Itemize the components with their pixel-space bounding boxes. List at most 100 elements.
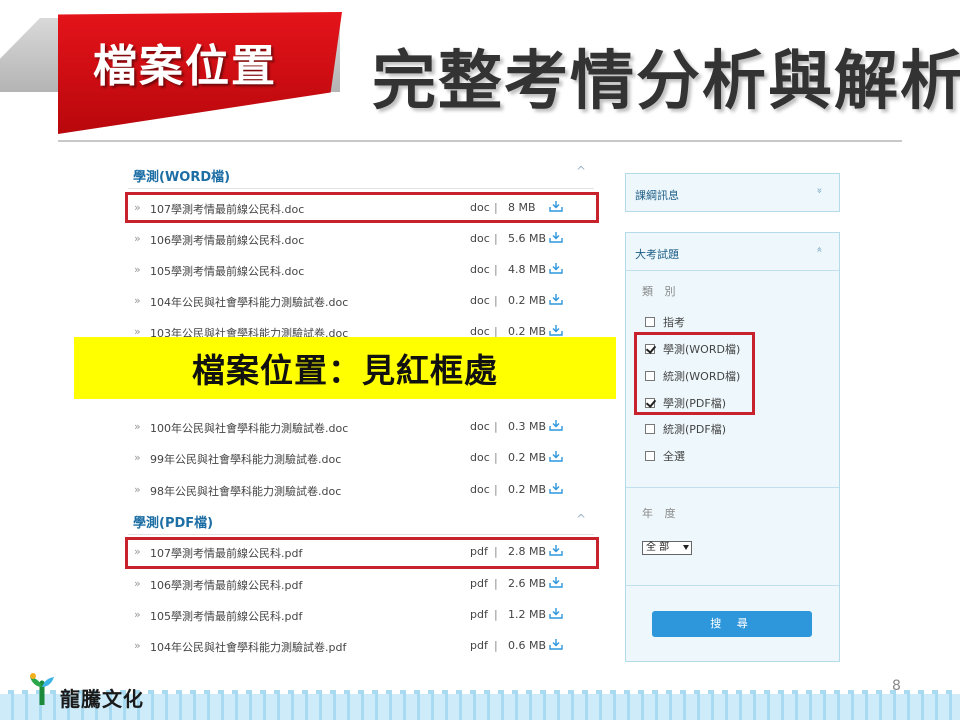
separator: |: [494, 608, 498, 621]
checkbox-select-all[interactable]: 全選: [645, 448, 685, 464]
download-icon[interactable]: [549, 451, 563, 462]
file-size: 0.2 MB: [508, 294, 547, 307]
separator: |: [494, 483, 498, 496]
download-icon[interactable]: [549, 263, 563, 274]
footer-band: [0, 690, 960, 720]
checkbox-icon[interactable]: [645, 317, 655, 327]
year-select-value: 全 部: [646, 542, 670, 553]
file-name-link[interactable]: 99年公民與社會學科能力測驗試卷.doc: [150, 451, 341, 467]
file-row[interactable]: » 100年公民與社會學科能力測驗試卷.doc doc | 0.3 MB: [128, 412, 594, 442]
file-row[interactable]: » 104年公民與社會學科能力測驗試卷.pdf pdf | 0.6 MB: [128, 631, 594, 661]
file-row[interactable]: » 98年公民與社會學科能力測驗試卷.doc doc | 0.2 MB: [128, 475, 594, 505]
category-label: 類 別: [642, 285, 680, 298]
file-size: 0.2 MB: [508, 451, 547, 464]
exam-panel: 大考試題 « 類 別 指考 學測(WORD檔) 統測(WORD檔) 學測(PDF…: [625, 232, 840, 662]
file-name-link[interactable]: 106學測考情最前線公民科.pdf: [150, 577, 302, 593]
file-size: 2.6 MB: [508, 577, 547, 590]
separator: |: [494, 232, 498, 245]
panel-divider: [626, 270, 839, 271]
file-row[interactable]: » 104年公民與社會學科能力測驗試卷.doc doc | 0.2 MB: [128, 286, 594, 316]
bullet-icon: »: [134, 294, 141, 307]
checkbox-label: 統測(PDF檔): [663, 423, 727, 436]
bullet-icon: »: [134, 420, 141, 433]
page-number: 8: [892, 678, 901, 694]
separator: |: [494, 294, 498, 307]
download-icon[interactable]: [549, 483, 563, 494]
file-type: pdf: [470, 608, 488, 621]
checkbox-label: 全選: [663, 450, 685, 463]
checkbox-tongce-pdf[interactable]: 統測(PDF檔): [645, 421, 726, 437]
file-row[interactable]: » 105學測考情最前線公民科.pdf pdf | 1.2 MB: [128, 600, 594, 630]
year-select[interactable]: 全 部: [642, 541, 692, 555]
highlight-box-pdf: [125, 537, 599, 569]
panel-title-exams: 大考試題: [635, 248, 679, 261]
file-type: doc: [470, 294, 490, 307]
file-size: 0.2 MB: [508, 483, 547, 496]
file-row[interactable]: » 106學測考情最前線公民科.doc doc | 5.6 MB: [128, 224, 594, 254]
highlight-box-word: [125, 192, 599, 223]
checkbox-zhikao[interactable]: 指考: [645, 314, 685, 330]
header-divider: [58, 140, 902, 142]
bullet-icon: »: [134, 263, 141, 276]
download-icon[interactable]: [549, 577, 563, 588]
section-divider: [128, 188, 594, 189]
file-name-link[interactable]: 98年公民與社會學科能力測驗試卷.doc: [150, 483, 341, 499]
file-size: 0.6 MB: [508, 639, 547, 652]
logo-text: 龍騰文化: [60, 687, 144, 711]
bullet-icon: »: [134, 608, 141, 621]
expand-chevron-icon[interactable]: »: [814, 187, 825, 193]
bullet-icon: »: [134, 483, 141, 496]
dropdown-arrow-icon[interactable]: [683, 545, 689, 550]
file-name-link[interactable]: 104年公民與社會學科能力測驗試卷.doc: [150, 294, 348, 310]
section-tag: 檔案位置: [93, 41, 277, 92]
collapse-chevron-icon[interactable]: «: [814, 246, 825, 252]
file-type: doc: [470, 232, 490, 245]
separator: |: [494, 263, 498, 276]
panel-divider: [626, 585, 839, 586]
collapse-chevron-icon[interactable]: ^: [576, 164, 586, 178]
download-icon[interactable]: [549, 608, 563, 619]
file-size: 0.3 MB: [508, 420, 547, 433]
longteng-logo-icon: [30, 673, 54, 705]
download-icon[interactable]: [549, 294, 563, 305]
bullet-icon: »: [134, 577, 141, 590]
section-title-word[interactable]: 學測(WORD檔): [133, 166, 230, 185]
slide-title: 完整考情分析與解析: [372, 45, 960, 119]
file-name-link[interactable]: 106學測考情最前線公民科.doc: [150, 232, 304, 248]
banner-text: 檔案位置：見紅框處: [192, 351, 498, 390]
file-type: doc: [470, 263, 490, 276]
search-button[interactable]: 搜 尋: [652, 611, 812, 637]
curriculum-panel[interactable]: 課綱訊息 »: [625, 173, 840, 212]
bullet-icon: »: [134, 232, 141, 245]
download-icon[interactable]: [549, 232, 563, 243]
file-name-link[interactable]: 100年公民與社會學科能力測驗試卷.doc: [150, 420, 348, 436]
slide-header: 檔案位置 完整考情分析與解析: [0, 0, 960, 140]
download-icon[interactable]: [549, 639, 563, 650]
year-label: 年 度: [642, 507, 680, 520]
file-type: doc: [470, 420, 490, 433]
section-title-pdf[interactable]: 學測(PDF檔): [133, 512, 213, 531]
panel-divider: [626, 487, 839, 488]
file-row[interactable]: » 106學測考情最前線公民科.pdf pdf | 2.6 MB: [128, 569, 594, 599]
file-name-link[interactable]: 105學測考情最前線公民科.pdf: [150, 608, 302, 624]
checkbox-label: 指考: [663, 316, 685, 329]
checkbox-icon[interactable]: [645, 451, 655, 461]
download-icon[interactable]: [549, 420, 563, 431]
download-icon[interactable]: [549, 325, 563, 336]
file-row[interactable]: » 99年公民與社會學科能力測驗試卷.doc doc | 0.2 MB: [128, 443, 594, 473]
file-name-link[interactable]: 104年公民與社會學科能力測驗試卷.pdf: [150, 639, 346, 655]
file-size: 5.6 MB: [508, 232, 547, 245]
collapse-chevron-icon[interactable]: ^: [576, 512, 586, 526]
file-type: doc: [470, 451, 490, 464]
file-type: pdf: [470, 639, 488, 652]
file-type: doc: [470, 483, 490, 496]
separator: |: [494, 577, 498, 590]
checkbox-icon[interactable]: [645, 424, 655, 434]
file-name-link[interactable]: 105學測考情最前線公民科.doc: [150, 263, 304, 279]
section-divider: [128, 534, 594, 535]
file-size: 1.2 MB: [508, 608, 547, 621]
file-row[interactable]: » 105學測考情最前線公民科.doc doc | 4.8 MB: [128, 255, 594, 285]
panel-title-curriculum: 課綱訊息: [635, 189, 679, 202]
separator: |: [494, 420, 498, 433]
file-type: pdf: [470, 577, 488, 590]
